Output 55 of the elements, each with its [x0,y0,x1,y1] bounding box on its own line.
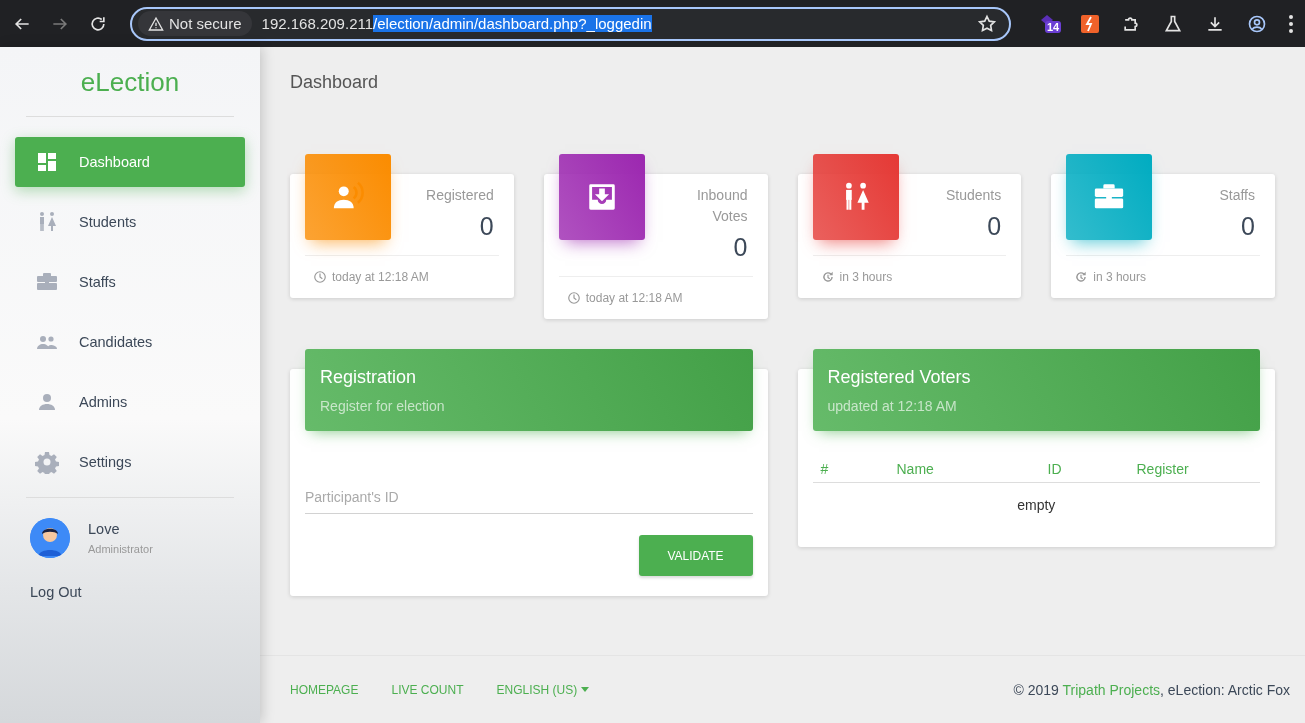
clock-icon [566,291,581,305]
user-role: Administrator [88,543,153,555]
nav-item[interactable]: Staffs [15,257,245,307]
flask-icon[interactable] [1163,13,1183,34]
nav-item[interactable]: Dashboard [15,137,245,187]
footer-link[interactable]: LIVE COUNT [391,682,464,697]
caret-icon [581,687,590,692]
copyright-text: © 2019 Tripath Projects, eLection: Arctic Fox [1013,681,1290,698]
security-label: Not secure [169,15,242,32]
stat-label: Staffs [1218,186,1255,205]
app-logo[interactable]: eLection [80,47,180,116]
dashboard-icon [35,150,59,174]
logout-link[interactable]: Log Out [30,584,82,600]
card-subtitle: Register for election [320,398,446,414]
page-title: Dashboard [290,72,379,93]
avatar-icon [30,518,70,558]
stat-label: Registered [425,186,494,205]
user-name: Love [88,521,121,537]
language-dropdown[interactable]: ENGLISH (US) [496,682,590,697]
column-header[interactable]: Register [1128,457,1260,483]
lightning-extension-icon[interactable] [1081,14,1099,33]
nav-item[interactable]: Students [15,197,245,247]
menu-icon[interactable] [1289,14,1293,33]
stat-footer-text: today at 12:18 AM [585,291,683,305]
nav-item[interactable]: Settings [15,437,245,487]
card-title: Registered Voters [827,367,972,388]
settings-icon [35,450,59,474]
footer-link[interactable]: HOMEPAGE [290,682,359,697]
stat-label: Students [945,186,1002,205]
stat-footer-text: today at 12:18 AM [332,270,429,284]
nav-item[interactable]: Candidates [15,317,245,367]
warning-icon[interactable] [148,15,164,32]
bookmark-star-icon[interactable] [977,13,997,34]
extension-badge: 14 [1045,20,1062,33]
security-chip[interactable]: Not secure [138,11,252,36]
profile-icon[interactable] [1247,13,1267,34]
stat-footer-text: in 3 hours [839,270,893,284]
refresh-icon [820,270,835,284]
stat-value: 0 [478,212,494,241]
column-header[interactable]: # [812,457,889,483]
stat-label: Inbound Votes [695,186,748,226]
column-header[interactable]: Name [888,457,1040,483]
stat-value: 0 [732,233,748,262]
card-title: Registration [320,367,418,388]
nav-item[interactable]: Admins [15,377,245,427]
refresh-icon [1074,270,1089,284]
stat-value: 0 [1240,212,1255,241]
participant-id-field[interactable]: Participant's ID [305,481,753,514]
column-header[interactable]: ID [1039,457,1129,483]
card-subtitle: updated at 12:18 AM [827,398,958,414]
empty-table-message: empty [812,482,1260,527]
stat-footer-text: in 3 hours [1093,270,1146,284]
stat-value: 0 [986,212,1002,241]
validate-button[interactable]: VALIDATE [638,535,753,576]
clock-icon [313,270,327,284]
